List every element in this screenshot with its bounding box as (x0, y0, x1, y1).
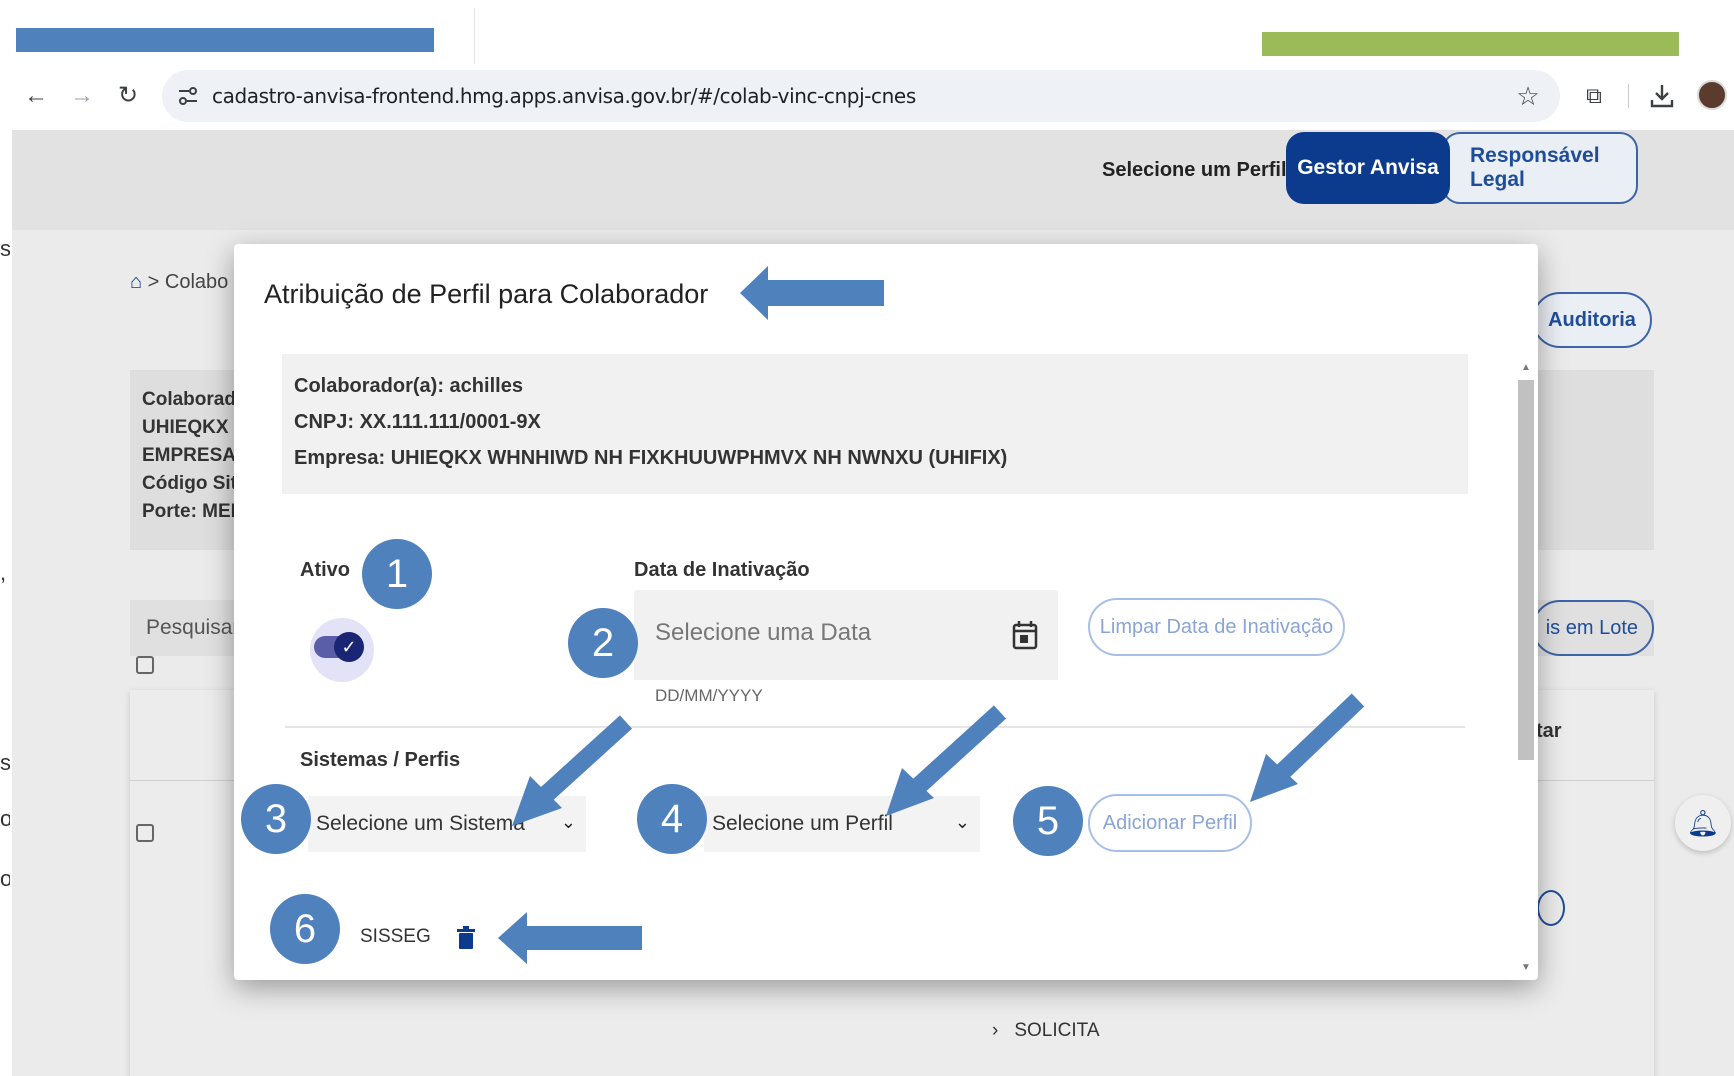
modal-scrollbar-thumb[interactable] (1518, 380, 1534, 760)
edge-fragment: o (0, 806, 10, 831)
perfil-select-value: Selecione um Perfil (712, 812, 893, 835)
marker-3: 3 (241, 784, 311, 854)
edge-fragment: o (0, 866, 10, 891)
arrow-right-icon: → (70, 82, 94, 109)
top-blue-bar (16, 28, 434, 52)
row-checkbox[interactable] (136, 824, 154, 842)
date-placeholder: Selecione uma Data (655, 619, 872, 646)
limpar-data-button[interactable]: Limpar Data de Inativação (1088, 598, 1345, 656)
empresa-text: Empresa: UHIEQKX WHNHIWD NH FIXKHUUWPHMV… (294, 447, 1008, 469)
sistemas-perfis-label: Sistemas / Perfis (300, 749, 461, 771)
bookmark-star-icon[interactable]: ☆ (1512, 80, 1544, 112)
notification-bell-button[interactable]: 🔔︎ (1675, 795, 1731, 851)
limpar-data-label: Limpar Data de Inativação (1099, 615, 1334, 638)
responsavel-legal-button[interactable]: Responsável Legal (1442, 132, 1638, 204)
breadcrumb-text: > Colabo (147, 271, 229, 293)
colaborador-name: Colaborador(a): achilles (294, 375, 523, 397)
edge-fragment: s (0, 750, 10, 775)
solicita-row[interactable]: › SOLICITA (992, 1020, 1100, 1042)
home-icon[interactable]: ⌂ (130, 271, 142, 293)
modal-title: Atribuição de Perfil para Colaborador (264, 279, 709, 309)
adicionar-perfil-button[interactable]: Adicionar Perfil (1088, 794, 1252, 852)
back-button[interactable]: ← (20, 80, 52, 112)
info-line: UHIEQKX V (142, 417, 247, 438)
chevron-down-icon: ⌄ (560, 812, 576, 832)
toolbar-separator (1628, 84, 1629, 108)
cnpj-text: CNPJ: XX.111.111/0001-9X (294, 411, 541, 433)
profile-avatar[interactable] (1697, 80, 1727, 110)
sistema-select-value: Selecione um Sistema (316, 812, 525, 835)
info-line: Código Situ (142, 473, 249, 494)
section-divider (285, 726, 1465, 728)
search-placeholder: Pesquisar (146, 616, 240, 639)
bell-icon: 🔔︎ (1686, 807, 1720, 838)
ativo-label: Ativo (300, 559, 350, 581)
trash-icon[interactable] (456, 926, 476, 950)
responsavel-legal-label: Responsável Legal (1470, 144, 1600, 191)
marker-4: 4 (637, 784, 707, 854)
calendar-icon[interactable] (1012, 620, 1038, 650)
scroll-down-arrow[interactable]: ▼ (1518, 962, 1534, 973)
chevron-right-icon: › (992, 1020, 999, 1041)
marker-1: 1 (362, 539, 432, 609)
lote-button[interactable]: is em Lote (1532, 600, 1654, 656)
edge-fragment: , (0, 560, 7, 585)
sistema-item: SISSEG (360, 926, 431, 947)
scroll-up-arrow[interactable]: ▲ (1518, 362, 1534, 373)
breadcrumb: ⌂ > Colabo (130, 270, 228, 294)
marker-6: 6 (270, 894, 340, 964)
sistema-select[interactable]: Selecione um Sistema ⌄ (308, 796, 586, 852)
info-line: Porte: MED (142, 501, 245, 522)
info-line: Colaborado (142, 389, 248, 410)
data-inativacao-label: Data de Inativação (634, 559, 810, 581)
reload-icon: ↻ (117, 82, 139, 109)
chevron-down-icon: ⌄ (954, 812, 970, 832)
perfil-select[interactable]: Selecione um Perfil ⌄ (704, 796, 980, 852)
table-column-header: tar (1536, 720, 1562, 742)
checkmark-icon[interactable]: ✓ (334, 632, 364, 662)
reload-button[interactable]: ↻ (112, 80, 144, 112)
solicita-label: SOLICITA (1014, 1020, 1100, 1041)
perfil-label: Selecione um Perfil: (1102, 159, 1294, 181)
select-all-checkbox[interactable] (136, 656, 154, 674)
row-action-icon[interactable] (1537, 890, 1565, 926)
url-text[interactable]: cadastro-anvisa-frontend.hmg.apps.anvisa… (212, 84, 916, 108)
edge-fragment: s (0, 236, 10, 261)
tab-divider (474, 8, 475, 64)
info-line: EMPRESA I (142, 445, 246, 466)
top-green-bar (1262, 32, 1679, 56)
arrow-left-icon: ← (24, 82, 48, 109)
adicionar-perfil-label: Adicionar Perfil (1102, 811, 1238, 834)
auditoria-button[interactable]: Auditoria (1532, 292, 1652, 348)
download-icon[interactable] (1648, 82, 1676, 110)
extensions-icon[interactable]: ⧉ (1578, 80, 1610, 112)
gestor-anvisa-button[interactable]: Gestor Anvisa (1286, 132, 1450, 204)
forward-button[interactable]: → (66, 80, 98, 112)
marker-5: 5 (1013, 786, 1083, 856)
marker-2: 2 (568, 608, 638, 678)
date-format-hint: DD/MM/YYYY (655, 686, 763, 705)
auditoria-label: Auditoria (1548, 308, 1636, 331)
lote-label: is em Lote (1545, 616, 1638, 639)
site-settings-icon[interactable] (176, 84, 200, 108)
gestor-anvisa-label: Gestor Anvisa (1297, 156, 1439, 179)
